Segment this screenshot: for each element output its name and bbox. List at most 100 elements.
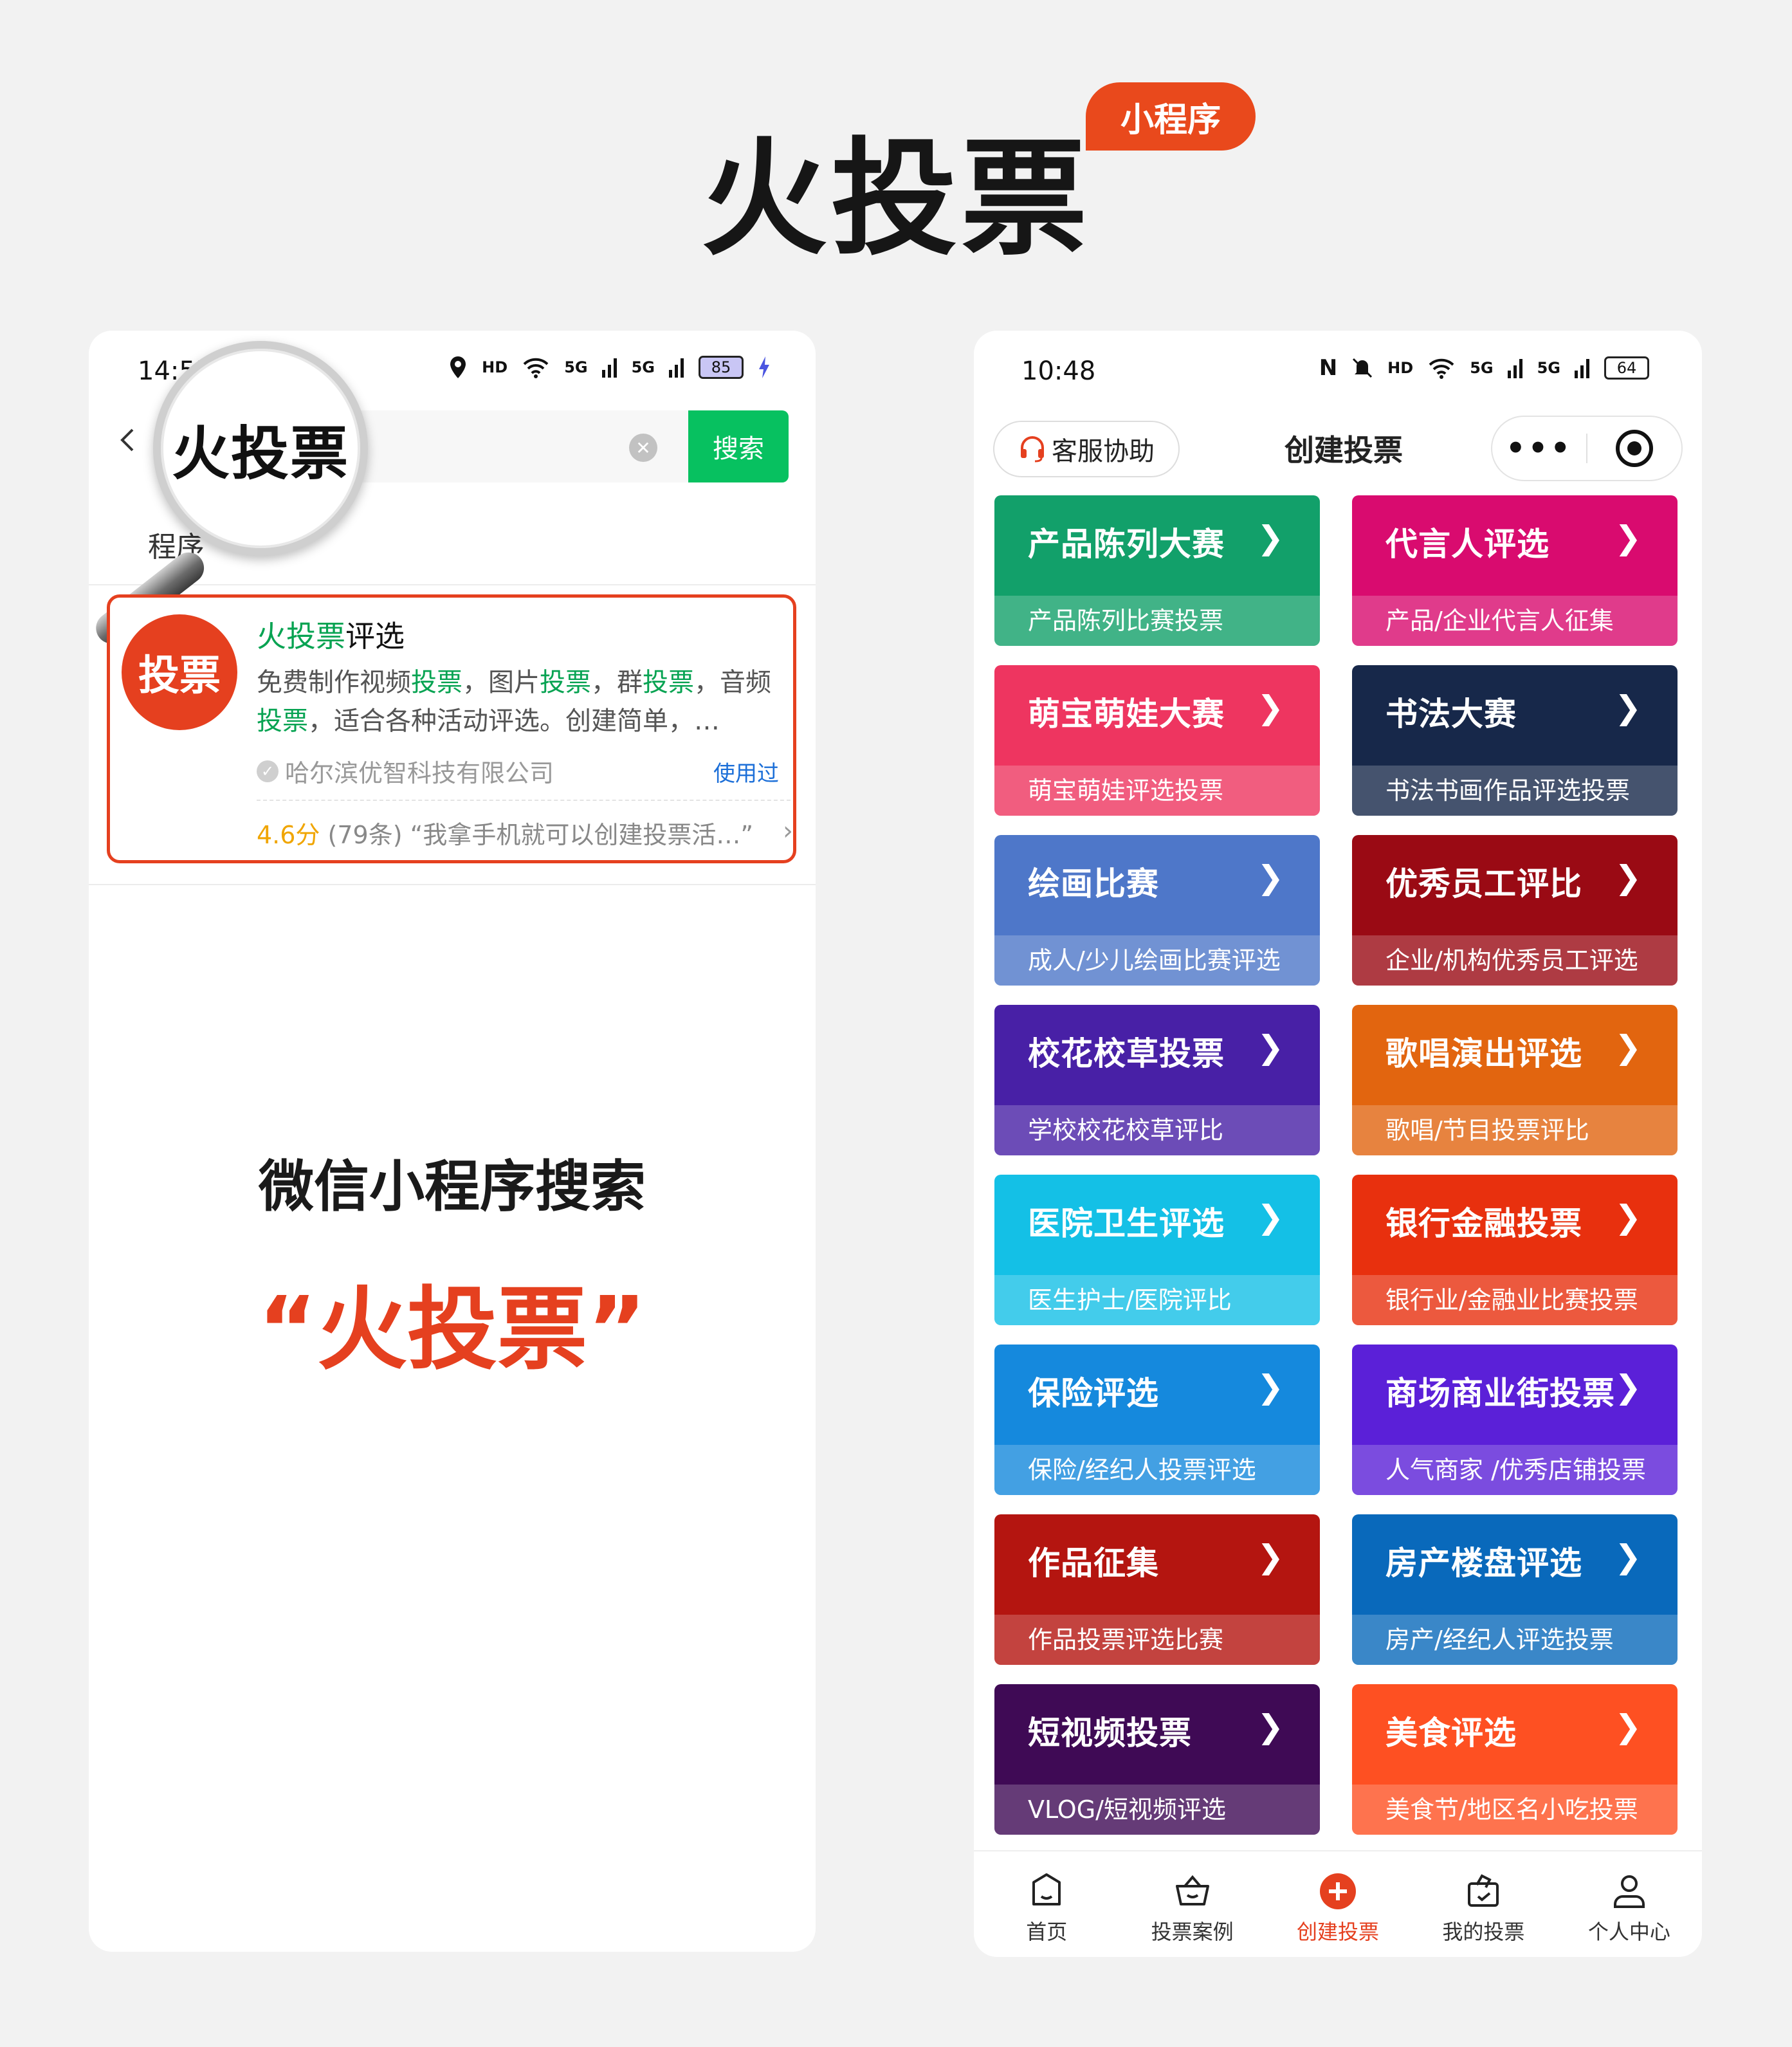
tile-title: 房产楼盘评选 bbox=[1385, 1545, 1582, 1582]
tile-subtitle: 保险/经纪人投票评选 bbox=[994, 1445, 1320, 1495]
app-name: 火投票评选 bbox=[257, 613, 405, 656]
wifi-icon bbox=[523, 358, 549, 378]
desc-keyword: 投票 bbox=[411, 668, 462, 697]
status-icons: HD 5G 5G 85 bbox=[448, 355, 771, 380]
customer-service-label: 客服协助 bbox=[1052, 437, 1155, 466]
template-tile[interactable]: 书法大赛 ❯ 书法书画作品评选投票 bbox=[1352, 665, 1678, 816]
mini-program-badge: 小程序 bbox=[1086, 82, 1256, 151]
template-tile[interactable]: 商场商业街投票 ❯ 人气商家 /优秀店铺投票 bbox=[1352, 1345, 1678, 1495]
template-tile[interactable]: 代言人评选 ❯ 产品/企业代言人征集 bbox=[1352, 495, 1678, 646]
divider bbox=[89, 584, 816, 585]
user-icon bbox=[1613, 1875, 1645, 1908]
mini-program-capsule: ••• bbox=[1491, 416, 1683, 481]
tile-title: 歌唱演出评选 bbox=[1385, 1035, 1582, 1072]
tile-title: 医院卫生评选 bbox=[1028, 1205, 1225, 1242]
used-tag: 使用过 bbox=[713, 761, 779, 787]
desc-keyword: 投票 bbox=[540, 668, 591, 697]
more-button[interactable]: ••• bbox=[1492, 417, 1586, 480]
tile-subtitle: VLOG/短视频评选 bbox=[994, 1785, 1320, 1835]
company-row: ✓ 哈尔滨优智科技有限公司 bbox=[257, 753, 554, 789]
hd-icon: HD bbox=[482, 358, 508, 376]
template-tile[interactable]: 医院卫生评选 ❯ 医生护士/医院评比 bbox=[994, 1175, 1320, 1325]
tile-subtitle: 产品陈列比赛投票 bbox=[994, 596, 1320, 646]
template-tile[interactable]: 产品陈列大赛 ❯ 产品陈列比赛投票 bbox=[994, 495, 1320, 646]
basket-icon bbox=[1175, 1875, 1209, 1905]
chevron-right-icon: ❯ bbox=[1614, 689, 1641, 726]
tile-title: 保险评选 bbox=[1028, 1375, 1159, 1412]
tile-title: 书法大赛 bbox=[1385, 695, 1517, 733]
chevron-right-icon: ❯ bbox=[1257, 519, 1284, 556]
battery-icon: 85 bbox=[699, 356, 744, 379]
tab-4[interactable]: 我的投票 bbox=[1411, 1851, 1556, 1957]
signal-bars-icon bbox=[601, 358, 617, 378]
signal-bars-icon bbox=[1507, 359, 1522, 378]
app-description: 免费制作视频投票，图片投票，群投票，音频投票，适合各种活动评选。创建简单，… bbox=[257, 663, 784, 740]
template-tile[interactable]: 保险评选 ❯ 保险/经纪人投票评选 bbox=[994, 1345, 1320, 1495]
clear-icon[interactable]: ✕ bbox=[629, 434, 657, 462]
template-tile[interactable]: 房产楼盘评选 ❯ 房产/经纪人评选投票 bbox=[1352, 1514, 1678, 1665]
tab-2[interactable]: 投票案例 bbox=[1119, 1851, 1265, 1957]
chevron-right-icon: ❯ bbox=[1257, 1368, 1284, 1406]
search-button[interactable]: 搜索 bbox=[688, 410, 789, 482]
tab-1[interactable]: 首页 bbox=[974, 1851, 1119, 1957]
company-name: 哈尔滨优智科技有限公司 bbox=[285, 759, 554, 787]
template-tile[interactable]: 校花校草投票 ❯ 学校校花校草评比 bbox=[994, 1005, 1320, 1155]
home-icon bbox=[1032, 1873, 1061, 1905]
tile-subtitle: 学校校花校草评比 bbox=[994, 1105, 1320, 1155]
more-dots-icon: ••• bbox=[1505, 430, 1573, 466]
divider bbox=[89, 884, 816, 885]
hero-title: 火投票 bbox=[700, 126, 1091, 273]
chevron-right-icon: ❯ bbox=[1614, 1538, 1641, 1575]
app-logo: 投票 bbox=[122, 614, 237, 730]
tile-title: 萌宝萌娃大赛 bbox=[1028, 695, 1225, 733]
template-tile[interactable]: 美食评选 ❯ 美食节/地区名小吃投票 bbox=[1352, 1684, 1678, 1835]
template-tile[interactable]: 银行金融投票 ❯ 银行业/金融业比赛投票 bbox=[1352, 1175, 1678, 1325]
signal-5g-icon: 5G bbox=[564, 358, 588, 376]
tile-subtitle: 成人/少儿绘画比赛评选 bbox=[994, 935, 1320, 986]
template-tile[interactable]: 作品征集 ❯ 作品投票评选比赛 bbox=[994, 1514, 1320, 1665]
status-time: 10:48 bbox=[1021, 356, 1096, 386]
desc-text: ，适合各种活动评选。创建简单，… bbox=[308, 706, 720, 736]
tab-label: 个人中心 bbox=[1587, 1920, 1670, 1944]
tile-subtitle: 歌唱/节目投票评比 bbox=[1352, 1105, 1678, 1155]
target-icon bbox=[1616, 430, 1653, 467]
plus-circle-icon bbox=[1320, 1873, 1357, 1909]
template-tile[interactable]: 歌唱演出评选 ❯ 歌唱/节目投票评比 bbox=[1352, 1005, 1678, 1155]
tile-title: 短视频投票 bbox=[1028, 1714, 1192, 1752]
template-tile[interactable]: 萌宝萌娃大赛 ❯ 萌宝萌娃评选投票 bbox=[994, 665, 1320, 816]
template-grid: 产品陈列大赛 ❯ 产品陈列比赛投票 代言人评选 ❯ 产品/企业代言人征集 萌宝萌娃大赛 ❯ 萌宝… bbox=[994, 495, 1678, 1835]
caption-app-name: “火投票” bbox=[257, 1278, 647, 1382]
chevron-right-icon: ❯ bbox=[1257, 1198, 1284, 1236]
magnifier-icon: 火投票 bbox=[153, 341, 368, 556]
chevron-right-icon: ❯ bbox=[1257, 1029, 1284, 1066]
desc-keyword: 投票 bbox=[257, 706, 308, 736]
back-chevron-icon[interactable] bbox=[116, 427, 142, 453]
template-tile[interactable]: 优秀员工评比 ❯ 企业/机构优秀员工评选 bbox=[1352, 835, 1678, 986]
dashed-divider bbox=[257, 800, 791, 801]
status-icons: N HD 5G 5G 64 bbox=[1319, 355, 1649, 381]
template-tile[interactable]: 绘画比赛 ❯ 成人/少儿绘画比赛评选 bbox=[994, 835, 1320, 986]
tab-label: 创建投票 bbox=[1297, 1920, 1380, 1944]
chevron-right-icon: ❯ bbox=[1257, 1708, 1284, 1745]
close-button[interactable] bbox=[1587, 417, 1681, 480]
hd-icon: HD bbox=[1387, 359, 1414, 377]
chevron-right-icon: ❯ bbox=[1257, 1538, 1284, 1575]
tab-3[interactable]: 创建投票 bbox=[1265, 1851, 1411, 1957]
template-tile[interactable]: 短视频投票 ❯ VLOG/短视频评选 bbox=[994, 1684, 1320, 1835]
tab-5[interactable]: 个人中心 bbox=[1557, 1851, 1702, 1957]
chevron-right-icon[interactable]: › bbox=[783, 816, 793, 846]
customer-service-button[interactable]: 客服协助 bbox=[993, 421, 1180, 477]
verified-icon: ✓ bbox=[257, 760, 279, 782]
search-result-card[interactable]: 投票 火投票评选 免费制作视频投票，图片投票，群投票，音频投票，适合各种活动评选… bbox=[107, 594, 796, 863]
chevron-right-icon: ❯ bbox=[1614, 859, 1641, 896]
search-query: 火投票 bbox=[172, 420, 349, 488]
tile-subtitle: 产品/企业代言人征集 bbox=[1352, 596, 1678, 646]
tab-label: 我的投票 bbox=[1442, 1920, 1525, 1944]
tile-subtitle: 医生护士/医院评比 bbox=[994, 1275, 1320, 1325]
tile-title: 产品陈列大赛 bbox=[1028, 526, 1225, 563]
chevron-right-icon: ❯ bbox=[1614, 1368, 1641, 1406]
signal-bars-icon bbox=[669, 358, 684, 378]
rating-row[interactable]: 4.6分 (79条) “我拿手机就可以创建投票活…” bbox=[257, 815, 753, 850]
signal-5g-icon: 5G bbox=[631, 358, 655, 376]
search-phone: 14:55 HD 5G 5G 85 ✕ 搜索 程序 火投票 投票 火投票评选 免… bbox=[89, 331, 816, 1952]
